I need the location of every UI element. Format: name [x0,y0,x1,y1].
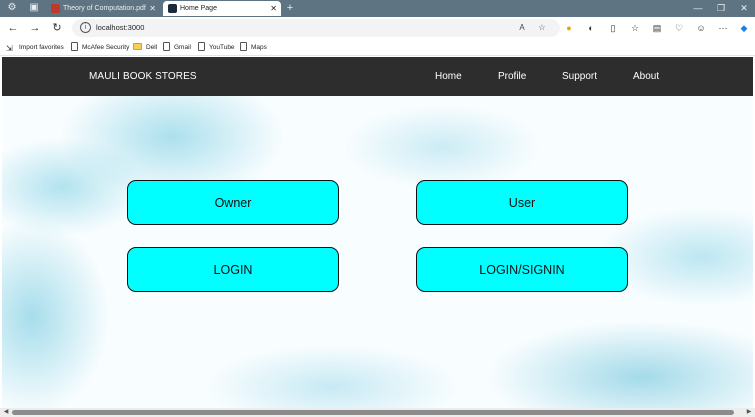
address-bar-row: ← → ↻ i localhost:3000 A ☆ ● ◐ ▯ ☆ ▤ ♡ ☺… [0,17,755,39]
profile-icon[interactable]: ☺ [694,21,708,35]
user-button[interactable]: User [416,180,628,225]
bookmarks-bar: ⇲ Import favorites McAfee Security Dell G… [0,39,755,56]
owner-button[interactable]: Owner [127,180,339,225]
page-icon [240,42,247,51]
more-menu-icon[interactable]: ⋯ [716,21,730,35]
copilot-icon[interactable]: ◆ [737,21,751,35]
bookmark-label: Dell [146,44,158,51]
split-screen-icon[interactable]: ▯ [606,21,620,35]
scroll-right-icon[interactable]: ▶ [744,408,754,417]
nav-link-profile[interactable]: Profile [498,57,526,96]
site-favicon-icon [168,4,177,13]
browser-essentials-icon[interactable]: ♡ [672,21,686,35]
nav-link-home[interactable]: Home [435,57,462,96]
import-icon: ⇲ [6,44,13,53]
refresh-icon[interactable]: ↻ [50,21,64,35]
bookmark-label: McAfee Security [82,44,130,51]
info-icon[interactable]: i [80,22,91,33]
nav-link-about[interactable]: About [633,57,659,96]
tab-theory-of-computation[interactable]: Theory of Computation.pdf ✕ [46,1,160,16]
back-arrow-icon[interactable]: ← [6,21,20,35]
page-icon [163,42,170,51]
bookmark-label: Gmail [174,44,191,51]
bookmark-label: YouTube [209,44,235,51]
page-icon [71,42,78,51]
address-input[interactable]: i localhost:3000 A ☆ [72,19,560,37]
bookmark-gmail[interactable]: Gmail [163,39,191,56]
folder-icon [133,43,142,50]
shield-icon[interactable]: ◐ [584,21,598,35]
close-icon[interactable]: ✕ [149,1,156,16]
pdf-icon [51,4,60,13]
nav-link-support[interactable]: Support [562,57,597,96]
horizontal-scrollbar[interactable]: ◀ ▶ [0,408,755,417]
maximize-icon[interactable]: ❐ [710,0,732,17]
bookmark-youtube[interactable]: YouTube [198,39,235,56]
read-aloud-icon[interactable]: A [516,22,528,34]
bookmark-maps[interactable]: Maps [240,39,267,56]
page-viewport: MAULI BOOK STORES Home Profile Support A… [2,57,753,408]
tab-actions-icon[interactable]: ▣ [28,2,40,14]
browser-profile-icon[interactable]: ⚙ [6,2,18,14]
bookmark-import-favorites[interactable]: ⇲ Import favorites [6,39,64,56]
bookmark-dell[interactable]: Dell [133,39,157,56]
plus-icon[interactable]: + [284,1,296,16]
bookmark-mcafee-security[interactable]: McAfee Security [71,39,129,56]
extension-icon[interactable]: ● [562,21,576,35]
page-icon [198,42,205,51]
tab-home-page[interactable]: Home Page ✕ [163,1,281,16]
favorite-star-icon[interactable]: ☆ [536,22,548,34]
url-text[interactable]: localhost:3000 [96,19,144,37]
scrollbar-thumb[interactable] [12,410,734,415]
collections-icon[interactable]: ▤ [650,21,664,35]
close-icon[interactable]: ✕ [270,1,277,16]
browser-tab-bar: ⚙ ▣ Theory of Computation.pdf ✕ Home Pag… [0,0,755,17]
scroll-left-icon[interactable]: ◀ [1,408,11,417]
tab-title: Home Page [180,5,217,12]
close-window-icon[interactable]: ✕ [733,0,755,17]
bookmark-label: Import favorites [19,44,64,51]
minimize-icon[interactable]: — [687,0,709,17]
site-navbar: MAULI BOOK STORES Home Profile Support A… [2,57,753,96]
site-brand[interactable]: MAULI BOOK STORES [89,57,197,96]
forward-arrow-icon[interactable]: → [28,21,42,35]
login-signin-button[interactable]: LOGIN/SIGNIN [416,247,628,292]
tab-title: Theory of Computation.pdf [63,5,146,12]
login-button[interactable]: LOGIN [127,247,339,292]
bookmark-label: Maps [251,44,267,51]
favorites-icon[interactable]: ☆ [628,21,642,35]
